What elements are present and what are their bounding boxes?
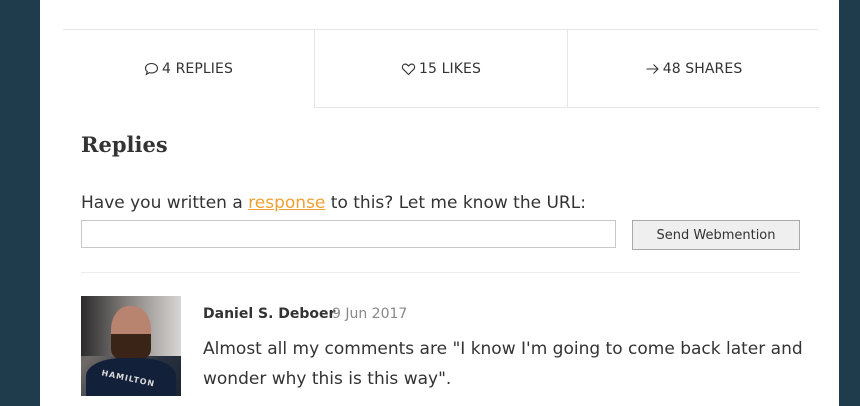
speech-bubble-icon — [144, 62, 159, 76]
replies-heading: Replies — [81, 132, 168, 157]
comment-date[interactable]: 9 Jun 2017 — [332, 306, 407, 322]
tab-likes[interactable]: 15 LIKES — [314, 30, 567, 108]
comment-text: Almost all my comments are "I know I'm g… — [203, 339, 803, 389]
likes-count: 15 LIKES — [419, 60, 481, 77]
prompt-text-after: to this? Let me know the URL: — [325, 193, 586, 213]
heart-icon — [401, 62, 416, 76]
arrow-right-icon — [645, 62, 660, 76]
stats-tabs: 4 REPLIES 15 LIKES 48 SHARES — [63, 30, 819, 108]
prompt-text-before: Have you written a — [81, 193, 249, 213]
divider — [81, 272, 800, 273]
comment-author[interactable]: Daniel S. Deboer — [203, 306, 335, 322]
tab-shares[interactable]: 48 SHARES — [567, 30, 819, 108]
page-content: 4 REPLIES 15 LIKES 48 SHARES Replies Hav… — [40, 0, 839, 406]
avatar: HAMILTON — [81, 296, 181, 396]
replies-count: 4 REPLIES — [162, 60, 233, 77]
send-webmention-button[interactable]: Send Webmention — [632, 220, 800, 250]
shares-count: 48 SHARES — [662, 60, 743, 77]
webmention-prompt: Have you written a response to this? Let… — [81, 193, 586, 213]
tab-replies[interactable]: 4 REPLIES — [63, 30, 314, 107]
webmention-url-input[interactable] — [81, 220, 616, 248]
response-link[interactable]: response — [248, 193, 325, 213]
